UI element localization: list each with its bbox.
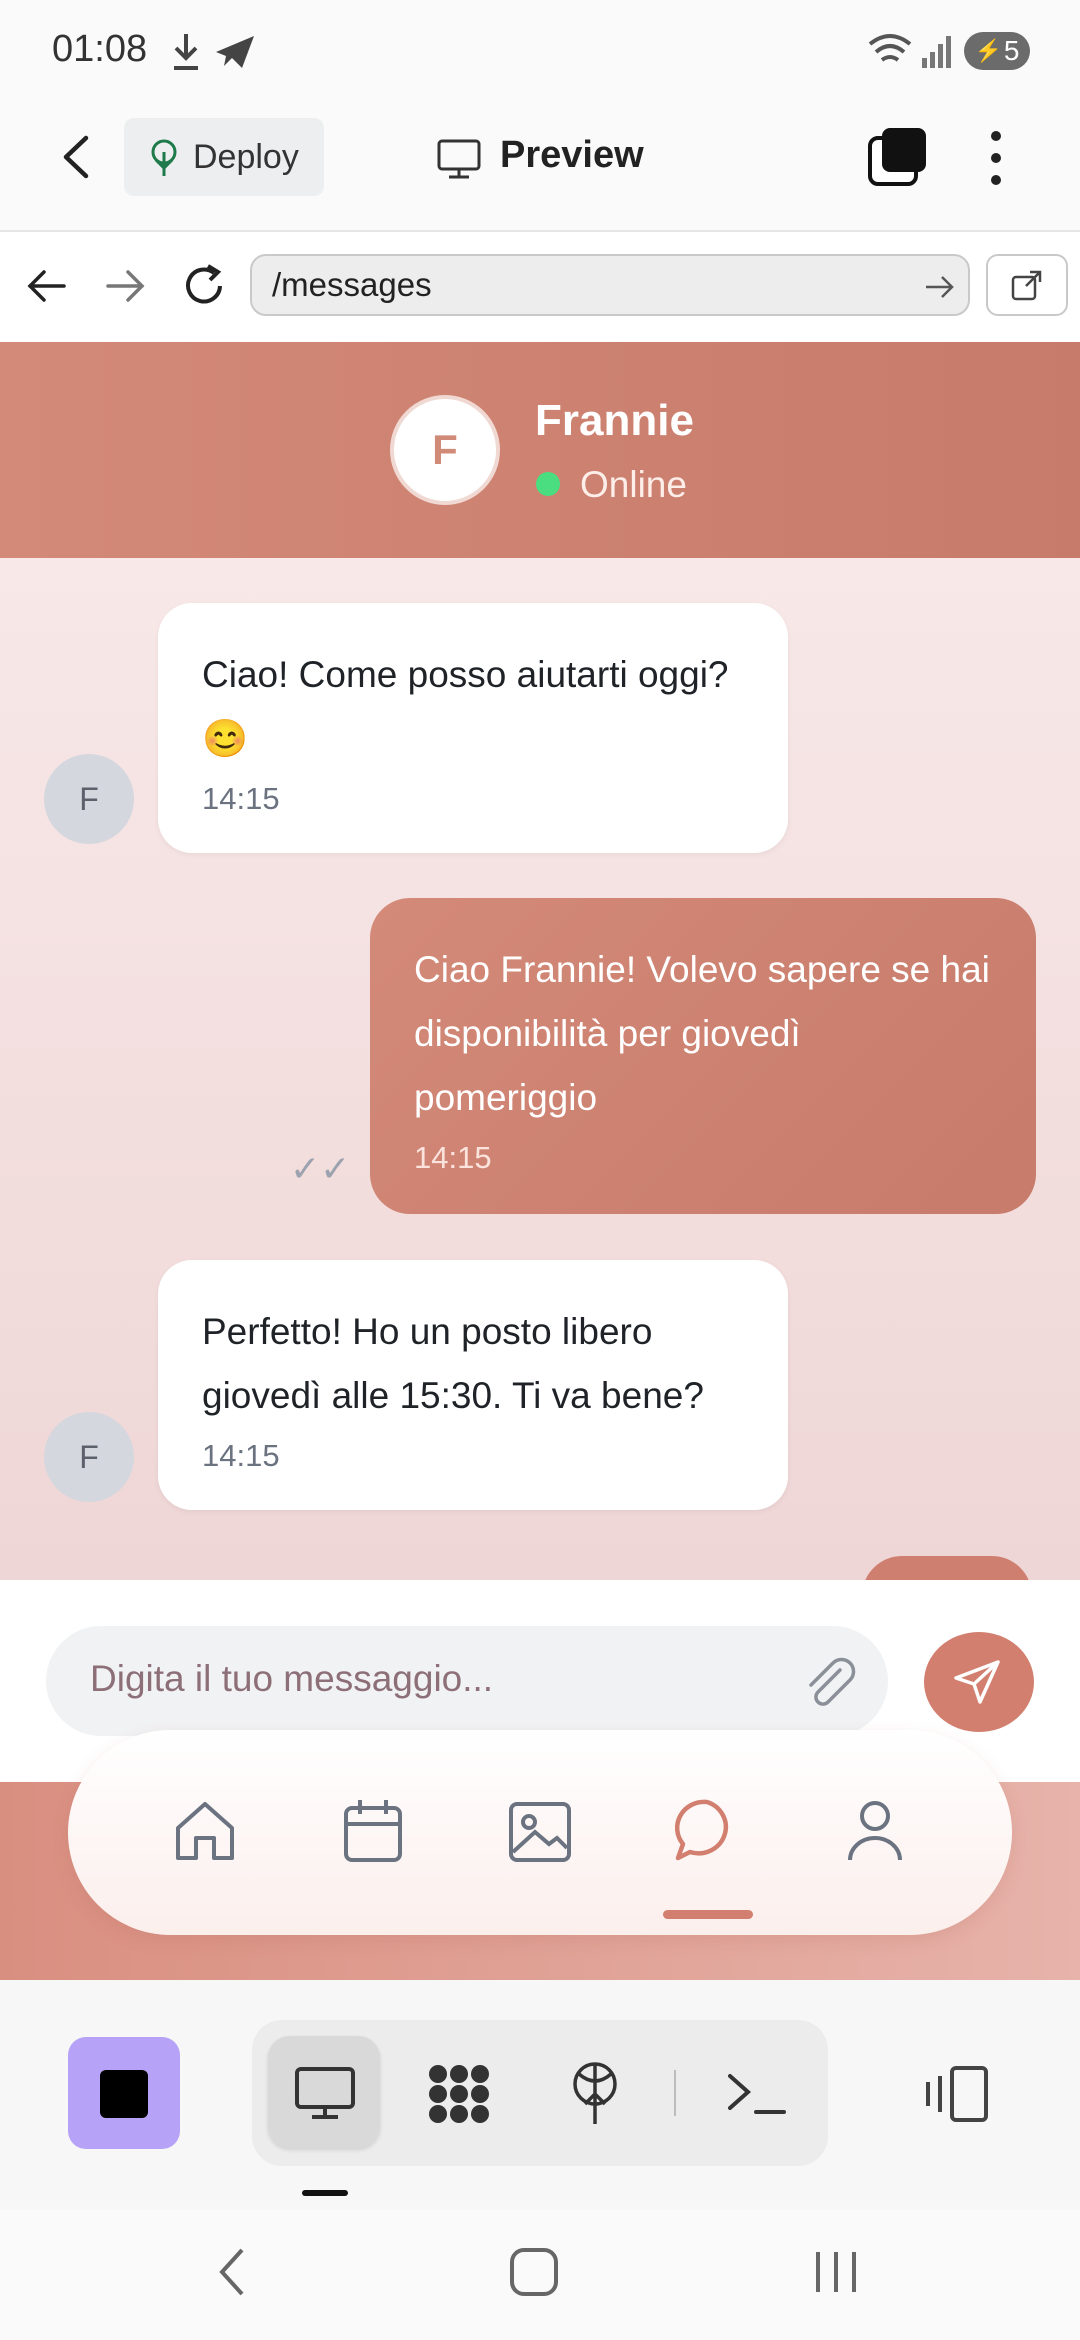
tool-divider (674, 2070, 676, 2116)
message-time: 14:15 (414, 1140, 492, 1175)
deploy-label: Deploy (193, 138, 299, 176)
home-icon[interactable] (170, 1796, 240, 1866)
message-text: Ciao Frannie! Volevo sapere se hai dispo… (414, 949, 990, 1118)
message-time: 14:15 (202, 1438, 280, 1473)
image-icon[interactable] (505, 1796, 575, 1866)
system-back-icon[interactable] (216, 2246, 248, 2298)
read-receipt-icon: ✓✓ (290, 1148, 351, 1189)
message-bubble-incoming[interactable]: Perfetto! Ho un posto libero giovedì all… (158, 1260, 788, 1510)
wifi-signal-icons (868, 34, 951, 68)
back-icon[interactable] (56, 132, 100, 182)
deploy-icon (151, 139, 177, 176)
message-bubble-outgoing[interactable]: Ciao Frannie! Volevo sapere se hai dispo… (370, 898, 1036, 1214)
online-status-dot (536, 472, 560, 496)
battery-bolt-icon: ⚡ (974, 38, 1002, 63)
wifi-icon (868, 34, 912, 62)
monitor-icon (437, 139, 481, 179)
message-text: Perfetto! Ho un posto libero giovedì all… (202, 1311, 704, 1416)
battery-level: 5 (1003, 35, 1020, 66)
attach-icon[interactable] (796, 1652, 860, 1716)
message-avatar: F (44, 1412, 134, 1502)
contact-name: Frannie (535, 396, 694, 445)
download-icon (174, 34, 198, 70)
browser-forward-icon[interactable] (104, 266, 148, 306)
tool-indicator (302, 2190, 348, 2196)
agent-icon[interactable] (424, 2062, 494, 2126)
more-options-icon[interactable] (984, 126, 1008, 190)
browser-back-icon[interactable] (24, 266, 68, 306)
message-time: 14:15 (202, 781, 280, 816)
chat-icon[interactable] (672, 1796, 742, 1866)
message-text: Ciao! Come posso aiutarti oggi? 😊 (202, 654, 729, 759)
message-input-placeholder: Digita il tuo messaggio... (90, 1658, 494, 1699)
tabs-icon[interactable] (866, 126, 930, 190)
message-avatar: F (44, 754, 134, 844)
profile-icon[interactable] (840, 1796, 910, 1866)
status-time: 01:08 (52, 28, 148, 70)
signal-icon (922, 36, 951, 68)
contact-avatar[interactable]: F (390, 395, 500, 505)
online-status-text: Online (580, 464, 687, 505)
stop-icon (100, 2070, 148, 2118)
preview-title[interactable]: Preview (500, 134, 644, 177)
layout-toggle-icon[interactable] (922, 2064, 992, 2124)
desktop-preview-icon (295, 2067, 355, 2119)
message-bubble-incoming[interactable]: Ciao! Come posso aiutarti oggi? 😊 14:15 (158, 603, 788, 853)
battery-indicator: ⚡ 5 (964, 32, 1030, 70)
reload-icon[interactable] (180, 262, 228, 310)
active-tab-indicator (663, 1910, 753, 1919)
message-bubble-outgoing-partial[interactable] (862, 1556, 1032, 1580)
telegram-icon (216, 36, 254, 68)
open-external-icon (1011, 270, 1042, 301)
chat-messages[interactable]: F Ciao! Come posso aiutarti oggi? 😊 14:1… (0, 558, 1080, 1580)
system-home-icon[interactable] (508, 2246, 560, 2298)
system-recents-icon[interactable] (810, 2248, 862, 2296)
send-icon (954, 1660, 1000, 1704)
terminal-icon[interactable] (726, 2070, 788, 2116)
calendar-icon[interactable] (338, 1796, 408, 1866)
deploy-tool-icon[interactable] (566, 2060, 624, 2128)
url-text: /messages (272, 266, 432, 303)
chat-header (0, 342, 1080, 558)
go-arrow-icon[interactable] (924, 272, 956, 302)
download-telegram-icons (174, 34, 254, 70)
